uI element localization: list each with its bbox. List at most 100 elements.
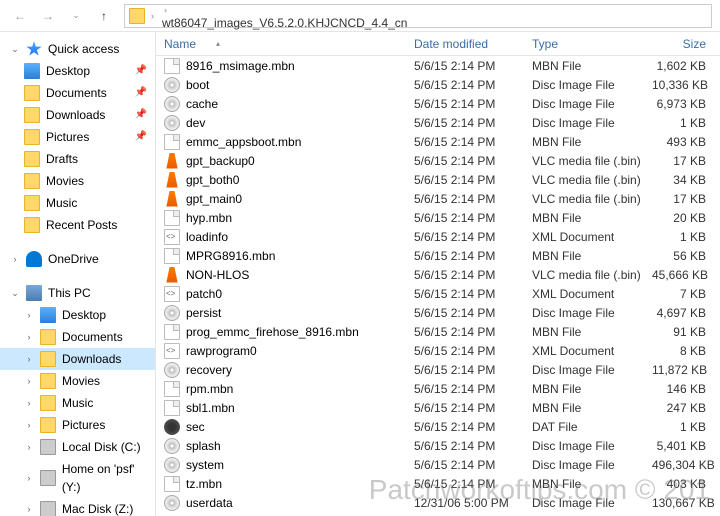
- file-row[interactable]: sbl1.mbn5/6/15 2:14 PMMBN File247 KB: [156, 398, 720, 417]
- file-row[interactable]: 8916_msimage.mbn5/6/15 2:14 PMMBN File1,…: [156, 56, 720, 75]
- file-type: Disc Image File: [524, 363, 644, 377]
- file-type: MBN File: [524, 382, 644, 396]
- sidebar-item[interactable]: Recent Posts: [0, 214, 155, 236]
- column-headers: Name▴ Date modified Type Size: [156, 32, 720, 56]
- chevron-right-icon: ›: [24, 306, 34, 324]
- file-row[interactable]: NON-HLOS5/6/15 2:14 PMVLC media file (.b…: [156, 265, 720, 284]
- file-type: Disc Image File: [524, 306, 644, 320]
- file-type: VLC media file (.bin): [524, 268, 644, 282]
- forward-button[interactable]: →: [36, 4, 60, 28]
- chevron-right-icon: ›: [24, 500, 34, 516]
- file-row[interactable]: prog_emmc_firehose_8916.mbn5/6/15 2:14 P…: [156, 322, 720, 341]
- file-row[interactable]: gpt_both05/6/15 2:14 PMVLC media file (.…: [156, 170, 720, 189]
- address-bar[interactable]: › This PC›Downloads›wt86047_images_V6.5.…: [124, 4, 712, 28]
- file-size: 11,872 KB: [644, 363, 714, 377]
- back-button[interactable]: ←: [8, 4, 32, 28]
- onedrive[interactable]: › OneDrive: [0, 248, 155, 270]
- file-row[interactable]: gpt_backup05/6/15 2:14 PMVLC media file …: [156, 151, 720, 170]
- up-button[interactable]: ↑: [92, 4, 116, 28]
- file-row[interactable]: userdata12/31/06 5:00 PMDisc Image File1…: [156, 493, 720, 512]
- file-date: 5/6/15 2:14 PM: [406, 325, 524, 339]
- chevron-right-icon: ›: [24, 438, 34, 456]
- folder-icon: [24, 151, 40, 167]
- this-pc[interactable]: ⌄ This PC: [0, 282, 155, 304]
- file-row[interactable]: system5/6/15 2:14 PMDisc Image File496,3…: [156, 455, 720, 474]
- file-row[interactable]: gpt_main05/6/15 2:14 PMVLC media file (.…: [156, 189, 720, 208]
- file-row[interactable]: emmc_appsboot.mbn5/6/15 2:14 PMMBN File4…: [156, 132, 720, 151]
- sidebar-item[interactable]: ›Mac Disk (Z:): [0, 498, 155, 516]
- file-type: Disc Image File: [524, 439, 644, 453]
- file-row[interactable]: hyp.mbn5/6/15 2:14 PMMBN File20 KB: [156, 208, 720, 227]
- sidebar-item-label: Movies: [62, 372, 100, 390]
- file-type: VLC media file (.bin): [524, 154, 644, 168]
- quick-access[interactable]: ⌄ Quick access: [0, 38, 155, 60]
- file-row[interactable]: loadinfo5/6/15 2:14 PMXML Document1 KB: [156, 227, 720, 246]
- folder-icon: [24, 85, 40, 101]
- file-icon: [164, 115, 180, 131]
- sidebar-item[interactable]: Music: [0, 192, 155, 214]
- file-row[interactable]: MPRG8916.mbn5/6/15 2:14 PMMBN File56 KB: [156, 246, 720, 265]
- sidebar-item[interactable]: › Local Disk (C:): [0, 436, 155, 458]
- chevron-right-icon[interactable]: ›: [160, 5, 171, 15]
- file-type: DAT File: [524, 420, 644, 434]
- breadcrumb-item[interactable]: wt86047_images_V6.5.2.0.KHJCNCD_4.4_cn: [160, 16, 409, 30]
- folder-icon: [24, 63, 40, 79]
- file-icon: [164, 229, 180, 245]
- sidebar-item[interactable]: ›Downloads: [0, 348, 155, 370]
- sidebar-item[interactable]: ›Documents: [0, 326, 155, 348]
- sidebar-item-label: Home on 'psf' (Y:): [62, 460, 155, 496]
- sidebar-item[interactable]: ›Movies: [0, 370, 155, 392]
- column-size[interactable]: Size: [644, 37, 714, 51]
- sidebar-item-label: Pictures: [62, 416, 105, 434]
- sidebar-item[interactable]: Desktop📌: [0, 60, 155, 82]
- sidebar-item-label: Documents: [62, 328, 123, 346]
- file-icon: [164, 362, 180, 378]
- pin-icon: 📌: [135, 106, 147, 124]
- folder-icon: [40, 417, 56, 433]
- sidebar-item[interactable]: Downloads 📌: [0, 104, 155, 126]
- file-row[interactable]: sec5/6/15 2:14 PMDAT File1 KB: [156, 417, 720, 436]
- file-row[interactable]: splash5/6/15 2:14 PMDisc Image File5,401…: [156, 436, 720, 455]
- file-name: cache: [186, 97, 218, 111]
- file-type: MBN File: [524, 401, 644, 415]
- file-date: 5/6/15 2:14 PM: [406, 306, 524, 320]
- sidebar-item[interactable]: ›Pictures: [0, 414, 155, 436]
- column-date[interactable]: Date modified: [406, 37, 524, 51]
- file-row[interactable]: rawprogram05/6/15 2:14 PMXML Document8 K…: [156, 341, 720, 360]
- sidebar-item[interactable]: Drafts: [0, 148, 155, 170]
- file-name: tz.mbn: [186, 477, 222, 491]
- file-row[interactable]: rpm.mbn5/6/15 2:14 PMMBN File146 KB: [156, 379, 720, 398]
- file-size: 6,973 KB: [644, 97, 714, 111]
- file-row[interactable]: dev5/6/15 2:14 PMDisc Image File1 KB: [156, 113, 720, 132]
- chevron-right-icon[interactable]: ›: [147, 11, 158, 21]
- file-row[interactable]: persist5/6/15 2:14 PMDisc Image File4,69…: [156, 303, 720, 322]
- sidebar-item[interactable]: Pictures📌: [0, 126, 155, 148]
- file-size: 1 KB: [644, 116, 714, 130]
- sidebar-item[interactable]: › Desktop: [0, 304, 155, 326]
- sidebar-item-label: Local Disk (C:): [62, 438, 141, 456]
- recent-dropdown[interactable]: ⌄: [64, 4, 88, 28]
- sidebar-item[interactable]: Documents📌: [0, 82, 155, 104]
- file-size: 496,304 KB: [644, 458, 714, 472]
- sidebar-item-label: Downloads: [46, 106, 105, 124]
- sidebar-item-label: Music: [62, 394, 93, 412]
- file-date: 5/6/15 2:14 PM: [406, 116, 524, 130]
- file-type: MBN File: [524, 249, 644, 263]
- file-row[interactable]: patch05/6/15 2:14 PMXML Document7 KB: [156, 284, 720, 303]
- column-name[interactable]: Name▴: [156, 37, 406, 51]
- file-icon: [164, 457, 180, 473]
- sidebar-item[interactable]: ›Home on 'psf' (Y:): [0, 458, 155, 498]
- file-row[interactable]: tz.mbn5/6/15 2:14 PMMBN File403 KB: [156, 474, 720, 493]
- file-row[interactable]: recovery5/6/15 2:14 PMDisc Image File11,…: [156, 360, 720, 379]
- sidebar-item[interactable]: Movies: [0, 170, 155, 192]
- file-size: 45,666 KB: [644, 268, 714, 282]
- file-row[interactable]: cache5/6/15 2:14 PMDisc Image File6,973 …: [156, 94, 720, 113]
- sidebar-item[interactable]: ›Music: [0, 392, 155, 414]
- column-type[interactable]: Type: [524, 37, 644, 51]
- breadcrumb-item[interactable]: Downloads: [160, 0, 409, 2]
- file-date: 5/6/15 2:14 PM: [406, 287, 524, 301]
- file-type: MBN File: [524, 477, 644, 491]
- file-size: 7 KB: [644, 287, 714, 301]
- file-row[interactable]: boot5/6/15 2:14 PMDisc Image File10,336 …: [156, 75, 720, 94]
- sidebar-item-label: Desktop: [62, 306, 106, 324]
